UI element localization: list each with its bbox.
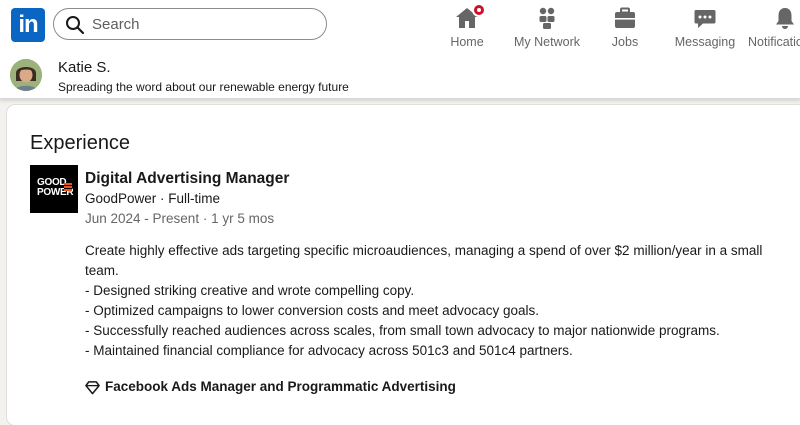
- profile-name: Katie S.: [58, 59, 111, 76]
- experience-section: Experience GOOD POWER Digital Advertisin…: [7, 105, 800, 425]
- nav-label: Jobs: [611, 35, 639, 49]
- logo-stripes: [64, 183, 72, 191]
- description-line: - Designed striking creative and wrote c…: [85, 283, 415, 298]
- home-icon: [455, 3, 486, 30]
- notification-badge: [472, 3, 486, 17]
- nav-item-my-network[interactable]: My Network: [509, 4, 585, 49]
- briefcase-icon: [613, 6, 637, 30]
- job-company: GoodPower · Full-time: [85, 191, 221, 206]
- section-title: Experience: [30, 132, 131, 154]
- skills-text: Facebook Ads Manager and Programmatic Ad…: [105, 379, 456, 394]
- search-icon: [66, 16, 85, 35]
- nav-item-home[interactable]: Home: [440, 3, 494, 49]
- description-line: - Successfully reached audiences across …: [85, 323, 720, 338]
- description-line: team.: [85, 263, 119, 278]
- nav-item-jobs[interactable]: Jobs: [600, 4, 650, 49]
- description-line: - Optimized campaigns to lower conversio…: [85, 303, 539, 318]
- job-description: Create highly effective ads targeting sp…: [85, 241, 785, 361]
- bell-icon: [773, 6, 797, 30]
- nav-label: My Network: [514, 35, 580, 49]
- job-title: Digital Advertising Manager: [85, 170, 290, 187]
- profile-headline: Spreading the word about our renewable e…: [58, 80, 349, 94]
- nav-label: Home: [450, 35, 484, 49]
- global-nav: in Home My Network: [0, 0, 800, 52]
- people-icon: [535, 6, 559, 30]
- description-line: - Maintained financial compliance for ad…: [85, 343, 573, 358]
- nav-label: Notifications: [748, 35, 800, 49]
- chat-icon: [693, 6, 717, 30]
- skills-link[interactable]: Facebook Ads Manager and Programmatic Ad…: [85, 379, 456, 395]
- profile-sticky-header: Katie S. Spreading the word about our re…: [0, 51, 800, 99]
- job-dates: Jun 2024 - Present · 1 yr 5 mos: [85, 211, 275, 226]
- nav-item-notifications[interactable]: Notifications: [748, 4, 800, 49]
- linkedin-logo[interactable]: in: [11, 8, 45, 42]
- company-logo[interactable]: GOOD POWER: [30, 165, 78, 213]
- avatar[interactable]: [10, 59, 42, 91]
- search-bar[interactable]: [53, 8, 327, 40]
- diamond-icon: [85, 381, 100, 395]
- search-input[interactable]: [92, 13, 312, 35]
- nav-label: Messaging: [674, 35, 736, 49]
- nav-item-messaging[interactable]: Messaging: [671, 4, 739, 49]
- description-line: Create highly effective ads targeting sp…: [85, 243, 763, 258]
